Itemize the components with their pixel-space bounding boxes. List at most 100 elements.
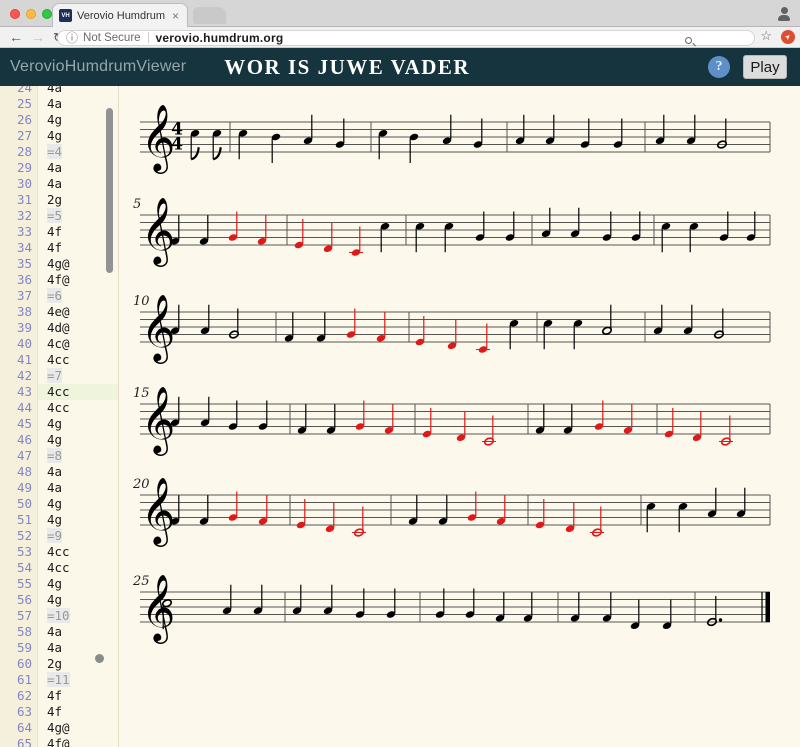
editor-line[interactable]: 28=4: [0, 144, 118, 160]
kern-token[interactable]: 4g: [47, 416, 62, 431]
editor-line[interactable]: 584a: [0, 624, 118, 640]
tab-close-icon[interactable]: ×: [170, 9, 181, 23]
kern-token-cell[interactable]: 4a: [38, 464, 118, 480]
address-field[interactable]: ⓘ Not Secure verovio.humdrum.org: [57, 30, 755, 46]
window-minimize-button[interactable]: [26, 9, 36, 19]
quarter-note[interactable]: [580, 119, 590, 149]
kern-token-cell[interactable]: =8: [38, 448, 118, 464]
kern-token-cell[interactable]: 4cc: [38, 560, 118, 576]
quarter-note[interactable]: [664, 408, 674, 438]
kern-token[interactable]: 4g: [47, 512, 62, 527]
editor-line[interactable]: 264g: [0, 112, 118, 128]
editor-line[interactable]: 504g: [0, 496, 118, 512]
quarter-note[interactable]: [296, 499, 306, 529]
quarter-note[interactable]: [355, 401, 365, 431]
quarter-note[interactable]: [415, 316, 425, 346]
quarter-note[interactable]: [602, 212, 612, 242]
editor-line[interactable]: 444cc: [0, 400, 118, 416]
kern-token-cell[interactable]: 4g: [38, 416, 118, 432]
kern-token-cell[interactable]: 4cc: [38, 352, 118, 368]
kern-token[interactable]: 4cc: [47, 352, 70, 367]
kern-token-cell[interactable]: =10: [38, 608, 118, 624]
kern-token-cell[interactable]: 4g: [38, 432, 118, 448]
quarter-note[interactable]: [228, 401, 238, 431]
kern-token[interactable]: 4cc: [47, 400, 70, 415]
treble-clef[interactable]: 𝄞: [141, 196, 175, 267]
site-info-icon[interactable]: ⓘ: [66, 29, 78, 46]
kern-token-cell[interactable]: 4f: [38, 704, 118, 720]
new-tab-button[interactable]: [193, 7, 226, 24]
editor-line[interactable]: 624f: [0, 688, 118, 704]
quarter-note[interactable]: [476, 324, 490, 354]
kern-token-cell[interactable]: =7: [38, 368, 118, 384]
kern-token[interactable]: 4cc: [47, 544, 70, 559]
editor-line[interactable]: 484a: [0, 464, 118, 480]
editor-line[interactable]: 344f: [0, 240, 118, 256]
quarter-note[interactable]: [505, 212, 515, 242]
scrollbar-dot[interactable]: [95, 654, 104, 663]
editor-line[interactable]: 42=7: [0, 368, 118, 384]
kern-token[interactable]: 4a: [47, 96, 62, 111]
kern-token[interactable]: =10: [47, 608, 70, 623]
editor-line[interactable]: 294a: [0, 160, 118, 176]
quarter-note[interactable]: [409, 133, 419, 163]
quarter-note[interactable]: [473, 119, 483, 149]
kern-token-cell[interactable]: 4cc: [38, 400, 118, 416]
editor-line[interactable]: 534cc: [0, 544, 118, 560]
kern-token[interactable]: 4a: [47, 480, 62, 495]
kern-token[interactable]: 4e@: [47, 304, 70, 319]
editor-line[interactable]: 634f: [0, 704, 118, 720]
quarter-note[interactable]: [294, 219, 304, 249]
kern-token-cell[interactable]: 4g@: [38, 720, 118, 736]
editor-line[interactable]: 544cc: [0, 560, 118, 576]
zoom-icon[interactable]: [685, 37, 692, 44]
editor-line[interactable]: 384e@: [0, 304, 118, 320]
extension-icon[interactable]: ➤: [781, 30, 795, 44]
quarter-note[interactable]: [258, 401, 268, 431]
kern-token-cell[interactable]: 4f: [38, 688, 118, 704]
music-notation[interactable]: 𝄞44𝄞5𝄞10𝄞15𝄞20𝄞25: [118, 86, 800, 747]
quarter-note[interactable]: [355, 589, 365, 619]
editor-line[interactable]: 434cc: [0, 384, 118, 400]
bookmark-star-icon[interactable]: ☆: [760, 28, 772, 44]
kern-token-cell[interactable]: 4a: [38, 480, 118, 496]
kern-token[interactable]: =5: [47, 208, 62, 223]
quarter-note[interactable]: [271, 133, 281, 163]
quarter-note[interactable]: [594, 401, 604, 431]
kern-token[interactable]: 4f: [47, 240, 62, 255]
kern-token-cell[interactable]: 4g: [38, 592, 118, 608]
editor-line[interactable]: 61=11: [0, 672, 118, 688]
quarter-note[interactable]: [746, 212, 756, 242]
kern-token[interactable]: =8: [47, 448, 62, 463]
kern-token-cell[interactable]: 4a: [38, 624, 118, 640]
kern-token-cell[interactable]: =6: [38, 288, 118, 304]
editor-line[interactable]: 394d@: [0, 320, 118, 336]
kern-token[interactable]: 4g@: [47, 720, 70, 735]
kern-token[interactable]: =4: [47, 144, 62, 159]
editor-line[interactable]: 404c@: [0, 336, 118, 352]
kern-token[interactable]: 4c@: [47, 336, 70, 351]
quarter-note[interactable]: [422, 408, 432, 438]
editor-line[interactable]: 274g: [0, 128, 118, 144]
kern-token-cell[interactable]: =11: [38, 672, 118, 688]
editor-line[interactable]: 654f@: [0, 736, 118, 747]
quarter-note[interactable]: [349, 227, 363, 257]
kern-token[interactable]: 4f@: [47, 736, 70, 747]
quarter-note[interactable]: [386, 589, 396, 619]
editor-scrollbar[interactable]: [106, 108, 113, 273]
kern-token[interactable]: =9: [47, 528, 62, 543]
kern-token[interactable]: 4g: [47, 496, 62, 511]
kern-token-cell[interactable]: 2g: [38, 656, 118, 672]
profile-icon[interactable]: [776, 6, 792, 22]
editor-line[interactable]: 464g: [0, 432, 118, 448]
quarter-note[interactable]: [228, 212, 238, 242]
kern-token[interactable]: 2g: [47, 656, 62, 671]
editor-line[interactable]: 354g@: [0, 256, 118, 272]
kern-token[interactable]: 4a: [47, 176, 62, 191]
kern-token-cell[interactable]: =9: [38, 528, 118, 544]
editor-line[interactable]: 312g: [0, 192, 118, 208]
kern-token[interactable]: 4cc: [47, 560, 70, 575]
play-button[interactable]: Play: [743, 55, 787, 79]
editor-line[interactable]: 304a: [0, 176, 118, 192]
editor-line[interactable]: 494a: [0, 480, 118, 496]
